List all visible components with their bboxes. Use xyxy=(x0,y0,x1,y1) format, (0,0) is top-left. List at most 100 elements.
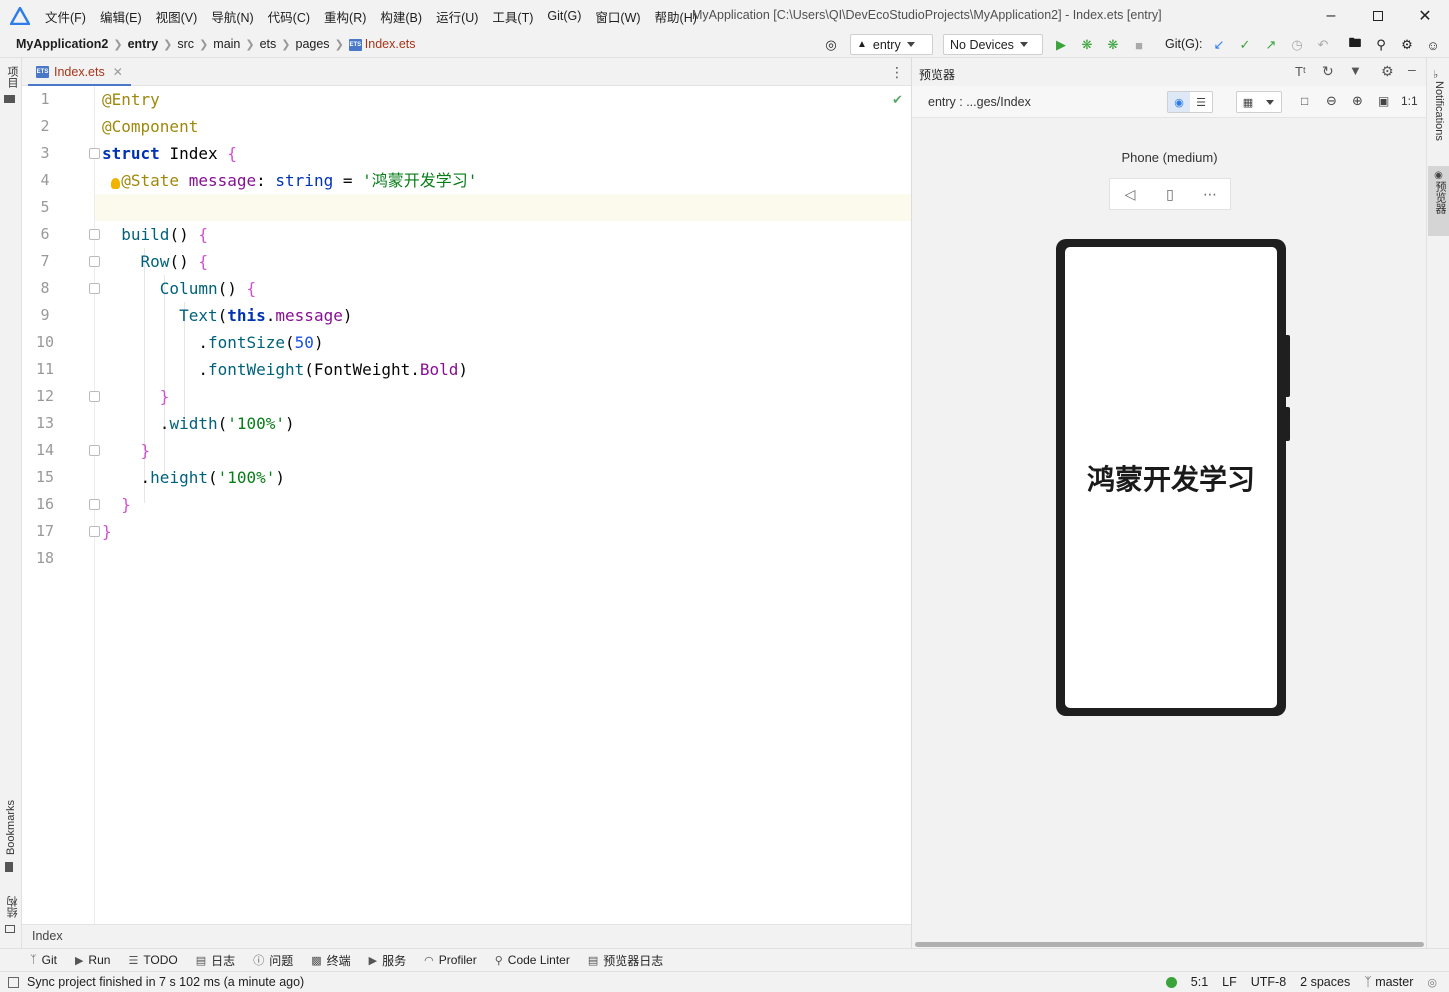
project-tool-button[interactable]: 项目 xyxy=(4,66,20,103)
gear-icon[interactable]: ⚙ xyxy=(1381,63,1394,80)
tool-log[interactable]: ▤ 日志 xyxy=(196,952,235,969)
run-button[interactable]: ▶ xyxy=(1053,37,1069,53)
device-select[interactable]: No Devices xyxy=(943,34,1043,55)
fold-toggle-icon[interactable] xyxy=(89,283,100,294)
fold-toggle-icon[interactable] xyxy=(89,445,100,456)
line-number: 15 xyxy=(35,468,55,486)
git-branch-label: master xyxy=(1375,975,1414,989)
minimize-button[interactable]: – xyxy=(1308,0,1354,32)
account-button[interactable]: ☺ xyxy=(1425,37,1441,53)
chevron-right-icon: ❯ xyxy=(334,38,344,51)
menu-file[interactable]: 文件(F) xyxy=(38,7,93,26)
zoom-out-icon[interactable]: ⊖ xyxy=(1326,93,1337,109)
menu-git[interactable]: Git(G) xyxy=(540,9,588,23)
breadcrumb-pages[interactable]: pages xyxy=(292,37,334,51)
menu-build[interactable]: 构建(B) xyxy=(373,7,429,26)
menu-navigate[interactable]: 导航(N) xyxy=(204,7,260,26)
phone-screen[interactable]: 鸿蒙开发学习 xyxy=(1065,247,1277,708)
code-editor[interactable]: 1 2 3 4 5 6 7 8 9 10 11 12 13 14 15 16 1… xyxy=(22,86,911,924)
bookmarks-tool-button[interactable]: Bookmarks xyxy=(5,800,17,873)
git-update-button[interactable]: ↙ xyxy=(1211,37,1227,53)
breadcrumb-main[interactable]: main xyxy=(209,37,244,51)
menu-window[interactable]: 窗口(W) xyxy=(588,7,647,26)
breadcrumb-module[interactable]: entry xyxy=(124,37,163,51)
menu-tools[interactable]: 工具(T) xyxy=(485,7,540,26)
stop-icon: ■ xyxy=(1135,37,1143,53)
phone-side-button xyxy=(1285,335,1290,397)
status-ok-icon[interactable] xyxy=(1165,976,1177,988)
maximize-button[interactable] xyxy=(1355,0,1401,32)
breadcrumb-src[interactable]: src xyxy=(173,37,198,51)
fold-toggle-icon[interactable] xyxy=(89,148,100,159)
actual-size-button[interactable]: 1:1 xyxy=(1401,94,1418,108)
tool-previewer-log[interactable]: ▤ 预览器日志 xyxy=(588,952,663,969)
file-encoding[interactable]: UTF-8 xyxy=(1251,975,1286,989)
tool-services[interactable]: ▶ 服务 xyxy=(369,952,406,969)
menu-refactor[interactable]: 重构(R) xyxy=(317,7,373,26)
target-icon[interactable]: ◎ xyxy=(823,37,839,53)
inspection-ok-icon[interactable]: ✔ xyxy=(892,92,903,108)
more-vertical-icon[interactable]: ⋮ xyxy=(890,64,904,81)
panel-toggle-icon[interactable] xyxy=(8,977,19,988)
tool-terminal[interactable]: ▩ 终端 xyxy=(311,952,350,969)
filter-icon[interactable]: ▼ xyxy=(1349,63,1362,78)
caret-position[interactable]: 5:1 xyxy=(1191,975,1208,989)
more-button[interactable]: ⋯ xyxy=(1190,179,1230,209)
minimize-panel-icon[interactable]: – xyxy=(1408,61,1416,77)
git-history-button[interactable]: ◷ xyxy=(1289,37,1305,53)
fold-toggle-icon[interactable] xyxy=(89,391,100,402)
run-icon: ▶ xyxy=(1056,37,1066,52)
refresh-icon[interactable]: ↻ xyxy=(1322,63,1334,80)
inspector-icon[interactable]: ◉ xyxy=(1168,92,1190,112)
footer-breadcrumb[interactable]: Index xyxy=(32,929,63,943)
close-tab-icon[interactable]: ✕ xyxy=(113,65,123,79)
git-push-button[interactable]: ↗ xyxy=(1263,37,1279,53)
fold-toggle-icon[interactable] xyxy=(89,526,100,537)
breadcrumb-project[interactable]: MyApplication2 xyxy=(12,37,112,51)
menu-code[interactable]: 代码(C) xyxy=(261,7,317,26)
lock-icon[interactable]: ◎ xyxy=(1427,976,1437,989)
status-message[interactable]: Sync project finished in 7 s 102 ms (a m… xyxy=(27,975,304,989)
breadcrumb-ets[interactable]: ets xyxy=(256,37,281,51)
layout-select[interactable]: ▦ xyxy=(1236,91,1282,113)
tool-run[interactable]: ▶ Run xyxy=(75,953,110,967)
project-structure-button[interactable]: 🖿 xyxy=(1347,35,1363,53)
tab-index-ets[interactable]: ETS Index.ets ✕ xyxy=(28,59,131,86)
previewer-tool-button[interactable]: ◉ 预览器 xyxy=(1428,166,1449,236)
debug-button[interactable]: ❋ xyxy=(1079,37,1095,53)
menu-edit[interactable]: 编辑(E) xyxy=(93,7,149,26)
fit-screen-icon[interactable]: ▣ xyxy=(1378,94,1389,108)
module-select[interactable]: ▲ entry xyxy=(850,34,933,55)
zoom-in-icon[interactable]: ⊕ xyxy=(1352,93,1363,109)
rotate-button[interactable]: ▯ xyxy=(1150,179,1190,209)
tool-git[interactable]: ᛉ Git xyxy=(30,953,57,967)
horizontal-scrollbar[interactable] xyxy=(915,942,1424,947)
fold-toggle-icon[interactable] xyxy=(89,499,100,510)
git-rollback-button[interactable]: ↶ xyxy=(1315,37,1331,53)
stop-button[interactable]: ■ xyxy=(1131,37,1147,53)
structure-tool-button[interactable]: 结构 xyxy=(5,896,21,933)
menu-run[interactable]: 运行(U) xyxy=(429,7,485,26)
git-branch[interactable]: ᛉ master xyxy=(1364,975,1413,989)
menu-view[interactable]: 视图(V) xyxy=(149,7,205,26)
close-button[interactable]: ✕ xyxy=(1402,0,1448,32)
settings-button[interactable]: ⚙ xyxy=(1399,37,1415,53)
notifications-tool-button[interactable]: ♭ Notifications xyxy=(1433,68,1445,144)
fold-toggle-icon[interactable] xyxy=(89,256,100,267)
tool-problems[interactable]: ⓘ 问题 xyxy=(253,952,293,969)
tool-todo[interactable]: ☰ TODO xyxy=(128,953,177,967)
preview-route-label[interactable]: entry : ...ges/Index xyxy=(928,95,1031,109)
tool-profiler[interactable]: ◠ Profiler xyxy=(424,953,477,967)
crop-icon[interactable]: □ xyxy=(1301,94,1308,108)
back-button[interactable]: ◁ xyxy=(1110,179,1150,209)
fold-toggle-icon[interactable] xyxy=(89,229,100,240)
font-size-icon[interactable]: Tᵗ xyxy=(1295,64,1306,79)
search-button[interactable]: ⚲ xyxy=(1373,37,1389,53)
layers-icon[interactable]: ☰ xyxy=(1190,92,1212,112)
indent-setting[interactable]: 2 spaces xyxy=(1300,975,1350,989)
git-commit-button[interactable]: ✓ xyxy=(1237,37,1253,53)
breadcrumb-file[interactable]: ETS Index.ets xyxy=(345,37,420,51)
attach-debugger-button[interactable]: ❋ xyxy=(1105,37,1121,53)
line-separator[interactable]: LF xyxy=(1222,975,1237,989)
tool-code-linter[interactable]: ⚲ Code Linter xyxy=(495,953,570,967)
